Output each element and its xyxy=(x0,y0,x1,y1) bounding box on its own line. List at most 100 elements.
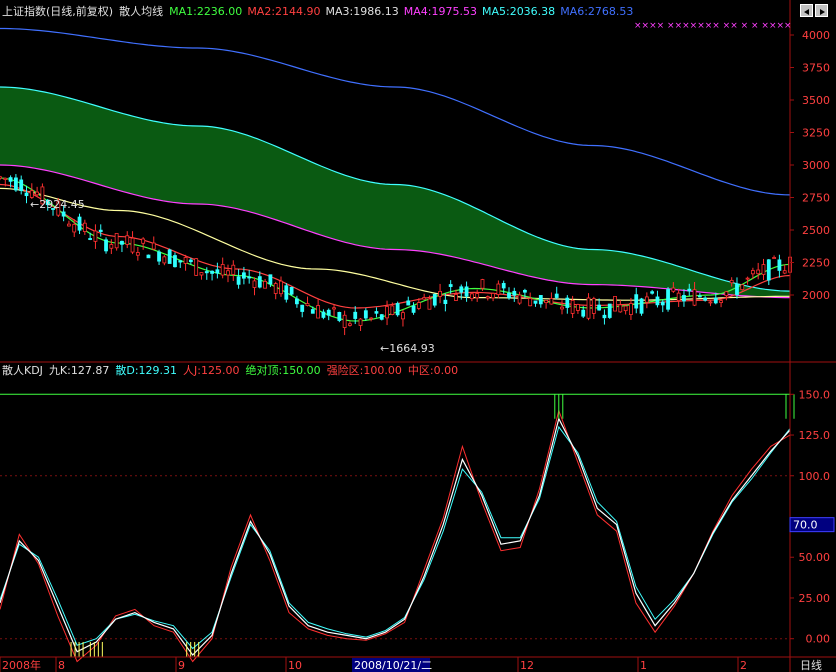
candle-body[interactable] xyxy=(416,302,421,309)
candle-body[interactable] xyxy=(67,223,71,227)
candle-body[interactable] xyxy=(448,284,453,287)
candle-body[interactable] xyxy=(401,312,405,320)
candle-body[interactable] xyxy=(14,177,18,191)
candle-body[interactable] xyxy=(512,290,517,296)
candle-body[interactable] xyxy=(772,257,776,259)
candle-body[interactable] xyxy=(644,296,649,303)
candle-body[interactable] xyxy=(491,293,495,299)
candle-body[interactable] xyxy=(432,293,437,306)
candle-body[interactable] xyxy=(713,297,718,304)
candle-body[interactable] xyxy=(194,258,199,276)
candle-body[interactable] xyxy=(538,295,543,305)
candle-body[interactable] xyxy=(173,255,177,268)
candle-body[interactable] xyxy=(517,294,522,304)
candle-body[interactable] xyxy=(114,233,119,249)
candle-body[interactable] xyxy=(363,310,368,319)
price-pane[interactable]: ←2924.45 ←1664.93 xyxy=(0,27,792,356)
candle-body[interactable] xyxy=(454,294,458,301)
candle-body[interactable] xyxy=(130,237,135,253)
candle-body[interactable] xyxy=(501,283,506,289)
candle-body[interactable] xyxy=(422,297,427,300)
candle-body[interactable] xyxy=(342,314,347,328)
candle-body[interactable] xyxy=(443,299,448,305)
candle-body[interactable] xyxy=(591,298,596,314)
candle-body[interactable] xyxy=(210,270,214,274)
candle-body[interactable] xyxy=(8,177,13,182)
candle-body[interactable] xyxy=(469,293,474,300)
candle-body[interactable] xyxy=(438,291,442,297)
candle-body[interactable] xyxy=(459,286,464,293)
candle-body[interactable] xyxy=(236,276,241,285)
candle-body[interactable] xyxy=(623,305,628,312)
candle-body[interactable] xyxy=(220,264,225,276)
candle-body[interactable] xyxy=(761,264,766,275)
candle-body[interactable] xyxy=(687,288,692,292)
candle-body[interactable] xyxy=(353,311,358,319)
candle-body[interactable] xyxy=(724,291,729,296)
candle-body[interactable] xyxy=(29,190,34,198)
candle-body[interactable] xyxy=(427,298,432,310)
candle-body[interactable] xyxy=(3,177,8,180)
candle-body[interactable] xyxy=(528,298,533,307)
candle-body[interactable] xyxy=(337,311,342,321)
candle-body[interactable] xyxy=(72,223,77,233)
candle-body[interactable] xyxy=(289,286,294,295)
candle-body[interactable] xyxy=(554,293,559,298)
candle-body[interactable] xyxy=(268,274,273,285)
candle-body[interactable] xyxy=(279,280,283,295)
candle-body[interactable] xyxy=(82,222,87,232)
candle-body[interactable] xyxy=(146,254,151,259)
candle-body[interactable] xyxy=(581,309,586,317)
scroll-left-button[interactable] xyxy=(800,4,813,17)
scroll-right-button[interactable] xyxy=(815,4,828,17)
candle-body[interactable] xyxy=(613,295,617,312)
candle-body[interactable] xyxy=(565,297,570,308)
candle-body[interactable] xyxy=(120,240,124,245)
candle-body[interactable] xyxy=(735,284,739,295)
candle-body[interactable] xyxy=(522,289,527,293)
candle-body[interactable] xyxy=(692,289,697,306)
candle-body[interactable] xyxy=(629,303,633,315)
candle-body[interactable] xyxy=(35,191,40,196)
candle-body[interactable] xyxy=(475,293,480,299)
candle-body[interactable] xyxy=(332,307,336,310)
candle-body[interactable] xyxy=(369,317,374,320)
candle-body[interactable] xyxy=(560,306,564,310)
candle-body[interactable] xyxy=(634,294,639,309)
candle-body[interactable] xyxy=(135,252,140,256)
candle-body[interactable] xyxy=(300,304,305,312)
candle-body[interactable] xyxy=(374,311,379,314)
candle-body[interactable] xyxy=(348,323,352,326)
candle-body[interactable] xyxy=(88,238,93,240)
candle-body[interactable] xyxy=(719,300,723,303)
candle-body[interactable] xyxy=(0,176,2,179)
candle-body[interactable] xyxy=(167,249,172,264)
candle-body[interactable] xyxy=(305,303,310,306)
candle-body[interactable] xyxy=(141,238,146,244)
candle-body[interactable] xyxy=(24,192,29,197)
candle-body[interactable] xyxy=(247,276,252,279)
candle-body[interactable] xyxy=(104,239,108,252)
candle-body[interactable] xyxy=(98,229,103,232)
candle-body[interactable] xyxy=(379,314,384,320)
candle-body[interactable] xyxy=(178,260,183,263)
candle-body[interactable] xyxy=(782,270,787,274)
candle-body[interactable] xyxy=(766,259,771,281)
candle-body[interactable] xyxy=(231,264,236,275)
candle-body[interactable] xyxy=(756,269,761,275)
candle-body[interactable] xyxy=(682,295,686,302)
candle-body[interactable] xyxy=(385,306,389,319)
candle-body[interactable] xyxy=(188,259,193,263)
candle-body[interactable] xyxy=(326,309,331,316)
candle-body[interactable] xyxy=(729,279,734,284)
candle-body[interactable] xyxy=(586,297,591,319)
candle-body[interactable] xyxy=(284,285,289,300)
candle-body[interactable] xyxy=(263,280,268,289)
candle-body[interactable] xyxy=(570,299,575,314)
candle-body[interactable] xyxy=(226,270,230,276)
candle-body[interactable] xyxy=(703,297,708,301)
candle-body[interactable] xyxy=(257,276,262,288)
candle-body[interactable] xyxy=(406,300,411,306)
candle-body[interactable] xyxy=(671,287,676,292)
candle-body[interactable] xyxy=(77,216,82,231)
